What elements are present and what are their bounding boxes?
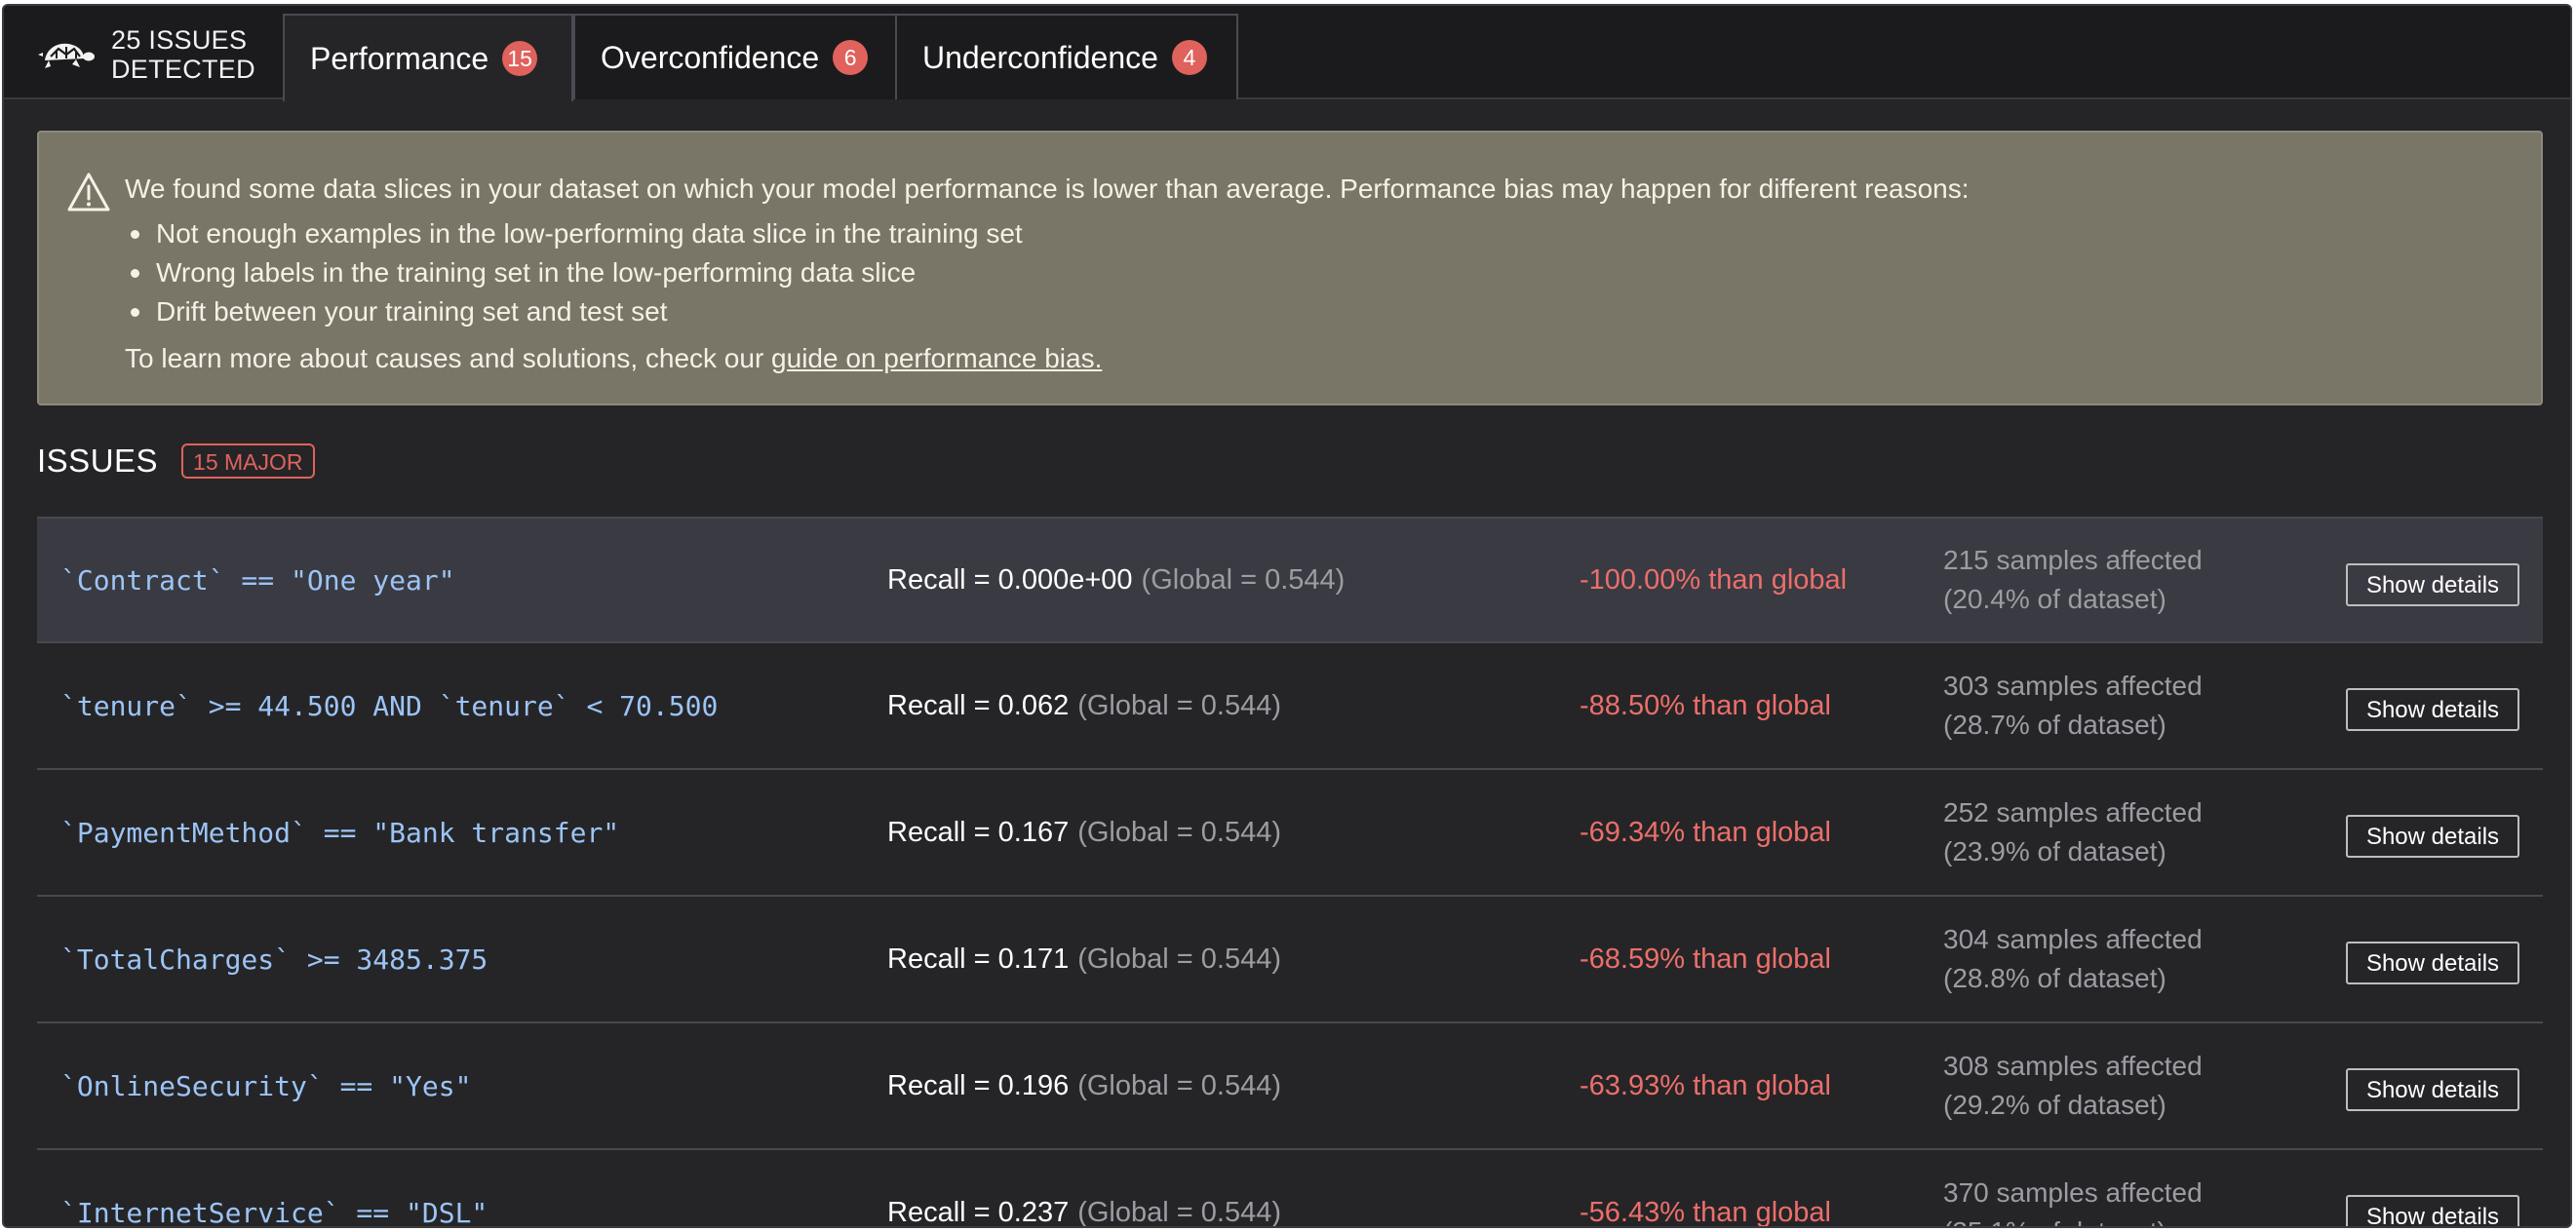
- show-details-button[interactable]: Show details: [2346, 942, 2519, 984]
- delta-vs-global: -56.43% than global: [1580, 1196, 1831, 1228]
- samples-affected: 303 samples affected (28.7% of dataset): [1943, 643, 2203, 768]
- metric-value: Recall = 0.171: [887, 943, 1070, 975]
- tab-overconfidence[interactable]: Overconfidence 6: [573, 14, 897, 99]
- samples-count: 303 samples affected: [1943, 671, 2203, 701]
- global-metric: (Global = 0.544): [1077, 1069, 1281, 1101]
- table-row[interactable]: `InternetService` == "DSL" Recall = 0.23…: [37, 1150, 2543, 1228]
- list-item: Wrong labels in the training set in the …: [125, 253, 1023, 292]
- scan-report-panel: 25 ISSUES DETECTED Performance 15 Overco…: [2, 4, 2572, 1228]
- slice-condition: `tenure` >= 44.500 AND `tenure` < 70.500: [60, 689, 719, 722]
- alert-footer: To learn more about causes and solutions…: [125, 339, 1102, 378]
- delta-vs-global: -69.34% than global: [1580, 816, 1831, 848]
- samples-percent: (29.2% of dataset): [1943, 1090, 2166, 1120]
- samples-percent: (35.1% of dataset): [1943, 1213, 2203, 1226]
- reasons-list: Not enough examples in the low-performin…: [125, 214, 1023, 331]
- slice-condition: `PaymentMethod` == "Bank transfer": [60, 816, 620, 849]
- slice-condition: `OnlineSecurity` == "Yes": [60, 1069, 472, 1102]
- samples-count: 370 samples affected: [1943, 1177, 2203, 1208]
- slice-condition: `TotalCharges` >= 3485.375: [60, 943, 488, 976]
- issues-detected-label: 25 ISSUES DETECTED: [111, 25, 255, 84]
- show-details-button[interactable]: Show details: [2346, 1195, 2519, 1226]
- delta-vs-global: -68.59% than global: [1580, 943, 1831, 975]
- samples-count: 215 samples affected: [1943, 545, 2203, 575]
- show-details-button[interactable]: Show details: [2346, 688, 2519, 731]
- list-item: Not enough examples in the low-performin…: [125, 214, 1023, 253]
- samples-affected: 308 samples affected (29.2% of dataset): [1943, 1023, 2203, 1148]
- metric-value: Recall = 0.237: [887, 1196, 1070, 1228]
- metric-cell: Recall = 0.000e+00 (Global = 0.544): [887, 519, 1345, 641]
- show-details-button[interactable]: Show details: [2346, 1068, 2519, 1111]
- samples-count: 304 samples affected: [1943, 924, 2203, 954]
- metric-cell: Recall = 0.237 (Global = 0.544): [887, 1150, 1281, 1228]
- samples-percent: (23.9% of dataset): [1943, 836, 2166, 866]
- alert-message: We found some data slices in your datase…: [125, 173, 1970, 204]
- brand-summary: 25 ISSUES DETECTED: [37, 23, 267, 86]
- samples-percent: (28.8% of dataset): [1943, 963, 2166, 993]
- tab-label: Underconfidence: [922, 39, 1158, 75]
- tab-count-badge: 6: [833, 40, 869, 75]
- tab-count-badge: 4: [1171, 40, 1207, 75]
- delta-vs-global: -88.50% than global: [1580, 689, 1831, 721]
- metric-cell: Recall = 0.196 (Global = 0.544): [887, 1023, 1281, 1148]
- table-row[interactable]: `PaymentMethod` == "Bank transfer" Recal…: [37, 770, 2543, 897]
- performance-bias-guide-link[interactable]: guide on performance bias.: [771, 343, 1102, 373]
- metric-value: Recall = 0.167: [887, 816, 1070, 848]
- tab-underconfidence[interactable]: Underconfidence 4: [895, 14, 1238, 99]
- issues-header: ISSUES 15 MAJOR: [37, 443, 315, 480]
- samples-count: 252 samples affected: [1943, 797, 2203, 828]
- global-metric: (Global = 0.544): [1077, 943, 1281, 975]
- tab-count-badge: 15: [502, 41, 538, 76]
- show-details-button[interactable]: Show details: [2346, 563, 2519, 606]
- table-row[interactable]: `OnlineSecurity` == "Yes" Recall = 0.196…: [37, 1023, 2543, 1150]
- table-row[interactable]: `TotalCharges` >= 3485.375 Recall = 0.17…: [37, 897, 2543, 1023]
- samples-percent: (20.4% of dataset): [1943, 584, 2166, 614]
- issues-title: ISSUES: [37, 443, 159, 479]
- metric-value: Recall = 0.196: [887, 1069, 1070, 1101]
- show-details-button[interactable]: Show details: [2346, 815, 2519, 858]
- metric-cell: Recall = 0.167 (Global = 0.544): [887, 770, 1281, 895]
- samples-affected: 252 samples affected (23.9% of dataset): [1943, 770, 2203, 895]
- slice-condition: `InternetService` == "DSL": [60, 1196, 488, 1228]
- list-item: Drift between your training set and test…: [125, 292, 1023, 331]
- tab-label: Performance: [310, 40, 489, 76]
- alert-footer-text: To learn more about causes and solutions…: [125, 343, 772, 373]
- performance-bias-alert: We found some data slices in your datase…: [37, 131, 2543, 405]
- delta-vs-global: -100.00% than global: [1580, 563, 1848, 596]
- global-metric: (Global = 0.544): [1077, 1196, 1281, 1228]
- table-row[interactable]: `Contract` == "One year" Recall = 0.000e…: [37, 517, 2543, 643]
- major-count-badge: 15 MAJOR: [181, 443, 315, 479]
- turtle-logo-icon: [38, 43, 95, 68]
- global-metric: (Global = 0.544): [1141, 563, 1346, 596]
- warning-triangle-icon: [67, 173, 110, 212]
- tab-performance[interactable]: Performance 15: [283, 14, 573, 101]
- samples-affected: 304 samples affected (28.8% of dataset): [1943, 897, 2203, 1021]
- global-metric: (Global = 0.544): [1077, 689, 1281, 721]
- metric-cell: Recall = 0.062 (Global = 0.544): [887, 643, 1281, 768]
- tab-label: Overconfidence: [601, 39, 820, 75]
- samples-percent: (28.7% of dataset): [1943, 710, 2166, 740]
- samples-affected: 370 samples affected (35.1% of dataset): [1943, 1150, 2203, 1226]
- samples-count: 308 samples affected: [1943, 1051, 2203, 1081]
- slice-condition: `Contract` == "One year": [60, 563, 455, 597]
- table-row[interactable]: `tenure` >= 44.500 AND `tenure` < 70.500…: [37, 643, 2543, 770]
- delta-vs-global: -63.93% than global: [1580, 1069, 1831, 1101]
- tab-bar: 25 ISSUES DETECTED Performance 15 Overco…: [4, 6, 2570, 101]
- samples-affected: 215 samples affected (20.4% of dataset): [1943, 519, 2203, 641]
- metric-value: Recall = 0.000e+00: [887, 563, 1133, 596]
- metric-cell: Recall = 0.171 (Global = 0.544): [887, 897, 1281, 1021]
- global-metric: (Global = 0.544): [1077, 816, 1281, 848]
- issues-table: `Contract` == "One year" Recall = 0.000e…: [37, 517, 2543, 1228]
- metric-value: Recall = 0.062: [887, 689, 1070, 721]
